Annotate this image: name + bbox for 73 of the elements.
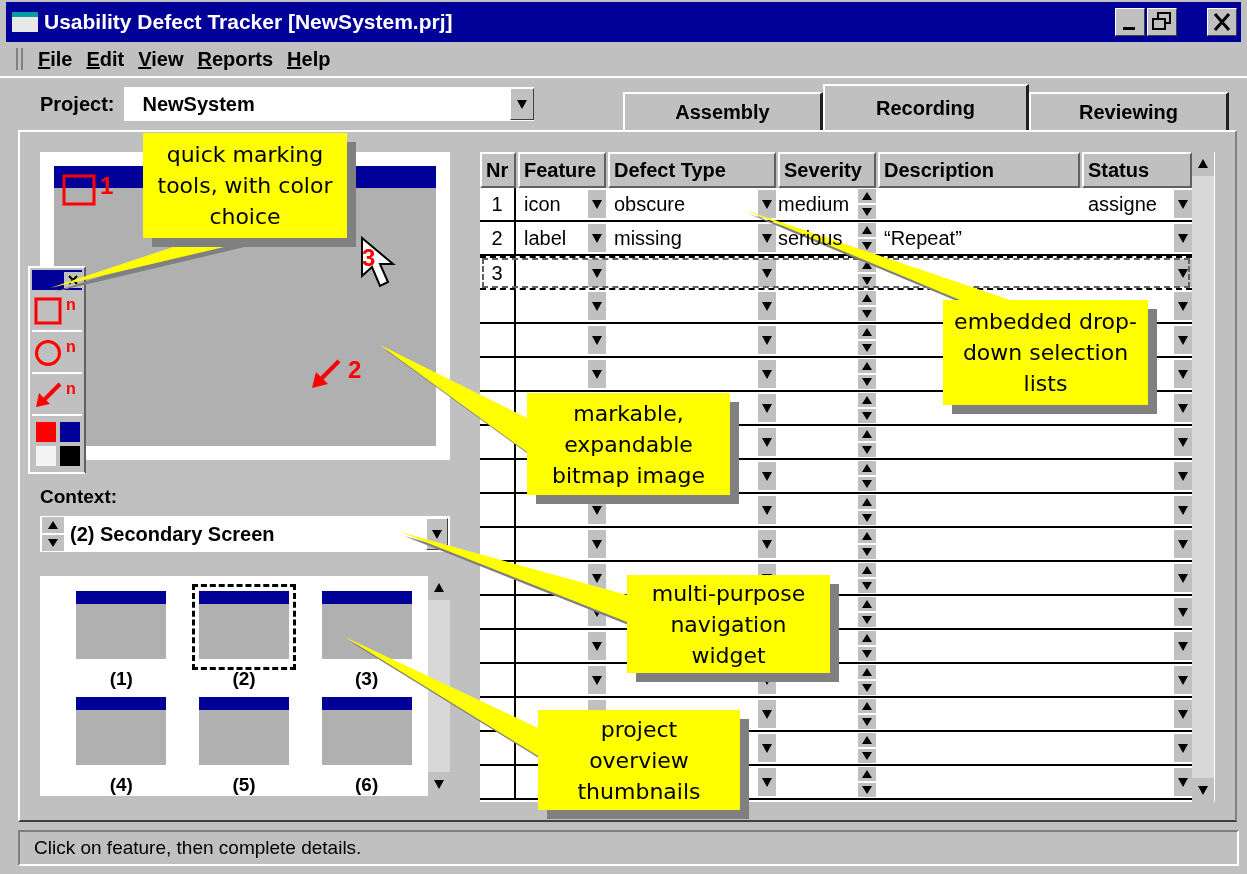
arrow-icon — [34, 381, 62, 409]
column-header[interactable]: Severity — [778, 152, 876, 188]
thumbnail-label: (5) — [232, 774, 256, 796]
spinner-icon — [42, 517, 64, 551]
window-icon — [12, 12, 38, 32]
grip-icon — [16, 48, 24, 70]
scroll-up-icon[interactable] — [1192, 152, 1214, 176]
context-label: Context: — [40, 486, 119, 508]
table-cell: medium — [778, 192, 850, 216]
thumbnail[interactable] — [192, 584, 296, 670]
spinner-icon[interactable] — [858, 699, 876, 729]
spinner-icon[interactable] — [858, 359, 876, 389]
status-text: Click on feature, then complete details. — [34, 837, 362, 859]
spinner-icon[interactable] — [858, 189, 876, 219]
spinner-icon[interactable] — [858, 495, 876, 525]
spinner-icon[interactable] — [858, 291, 876, 321]
spinner-icon[interactable] — [858, 393, 876, 423]
thumbnail-label: (1) — [109, 668, 133, 690]
color-swatch[interactable] — [60, 422, 80, 442]
table-cell: icon — [524, 192, 561, 216]
spinner-icon[interactable] — [858, 529, 876, 559]
spinner-icon[interactable] — [858, 631, 876, 661]
spinner-icon[interactable] — [858, 325, 876, 355]
table-cell: “Repeat” — [884, 226, 962, 250]
rectangle-mark-icon — [62, 174, 96, 206]
thumbnail-label: (3) — [355, 668, 379, 690]
column-header[interactable]: Status — [1082, 152, 1192, 188]
menu-item[interactable]: View — [138, 47, 184, 71]
spinner-icon[interactable] — [858, 223, 876, 253]
dropdown-arrow-icon — [510, 88, 535, 120]
column-header[interactable]: Description — [878, 152, 1080, 188]
spinner-icon[interactable] — [858, 461, 876, 491]
arrow-mark-icon — [310, 358, 342, 390]
table-row[interactable]: 1 icon obscure medium assigne — [480, 188, 1192, 222]
table-cell: 3 — [491, 261, 503, 285]
thumbnail-label: (2) — [232, 668, 256, 690]
menu-item[interactable]: Help — [287, 47, 331, 71]
thumbnail-label: (6) — [355, 774, 379, 796]
column-header[interactable]: Feature — [518, 152, 606, 188]
window-title: Usability Defect Tracker [NewSystem.prj] — [44, 10, 453, 34]
context-dropdown[interactable]: (2) Secondary Screen — [40, 516, 450, 552]
project-dropdown[interactable]: NewSystem — [124, 87, 535, 121]
close-button[interactable] — [1207, 8, 1237, 36]
menu-item[interactable]: File — [38, 47, 73, 71]
table-cell: missing — [614, 226, 682, 250]
tab[interactable]: Recording — [823, 84, 1029, 130]
color-swatch[interactable] — [60, 446, 80, 466]
spinner-icon[interactable] — [858, 427, 876, 457]
spinner-icon[interactable] — [858, 733, 876, 763]
spinner-icon[interactable] — [858, 665, 876, 695]
table-cell: assigne — [1088, 192, 1157, 216]
color-swatch[interactable] — [36, 422, 56, 442]
spinner-icon[interactable] — [858, 767, 876, 797]
mark-number: 2 — [348, 358, 362, 382]
menu-item[interactable]: Reports — [197, 47, 274, 71]
rectangle-icon — [34, 297, 62, 325]
table-cell: 2 — [491, 226, 503, 250]
circle-icon — [34, 339, 62, 367]
tab[interactable]: Reviewing — [1029, 92, 1229, 130]
restore-button[interactable] — [1147, 8, 1177, 36]
thumbnail-label: (4) — [109, 774, 133, 796]
spinner-icon[interactable] — [858, 597, 876, 627]
project-label: Project: — [40, 92, 115, 116]
minimize-button[interactable] — [1115, 8, 1145, 36]
table-cell: obscure — [614, 192, 686, 216]
column-header[interactable]: Defect Type — [608, 152, 776, 188]
spinner-icon[interactable] — [858, 563, 876, 593]
tab[interactable]: Assembly — [623, 92, 823, 130]
table-cell: label — [524, 226, 567, 250]
menu-item[interactable]: Edit — [86, 47, 125, 71]
color-swatch[interactable] — [36, 446, 56, 466]
table-cell: 1 — [491, 192, 503, 216]
column-header[interactable]: Nr — [480, 152, 516, 188]
